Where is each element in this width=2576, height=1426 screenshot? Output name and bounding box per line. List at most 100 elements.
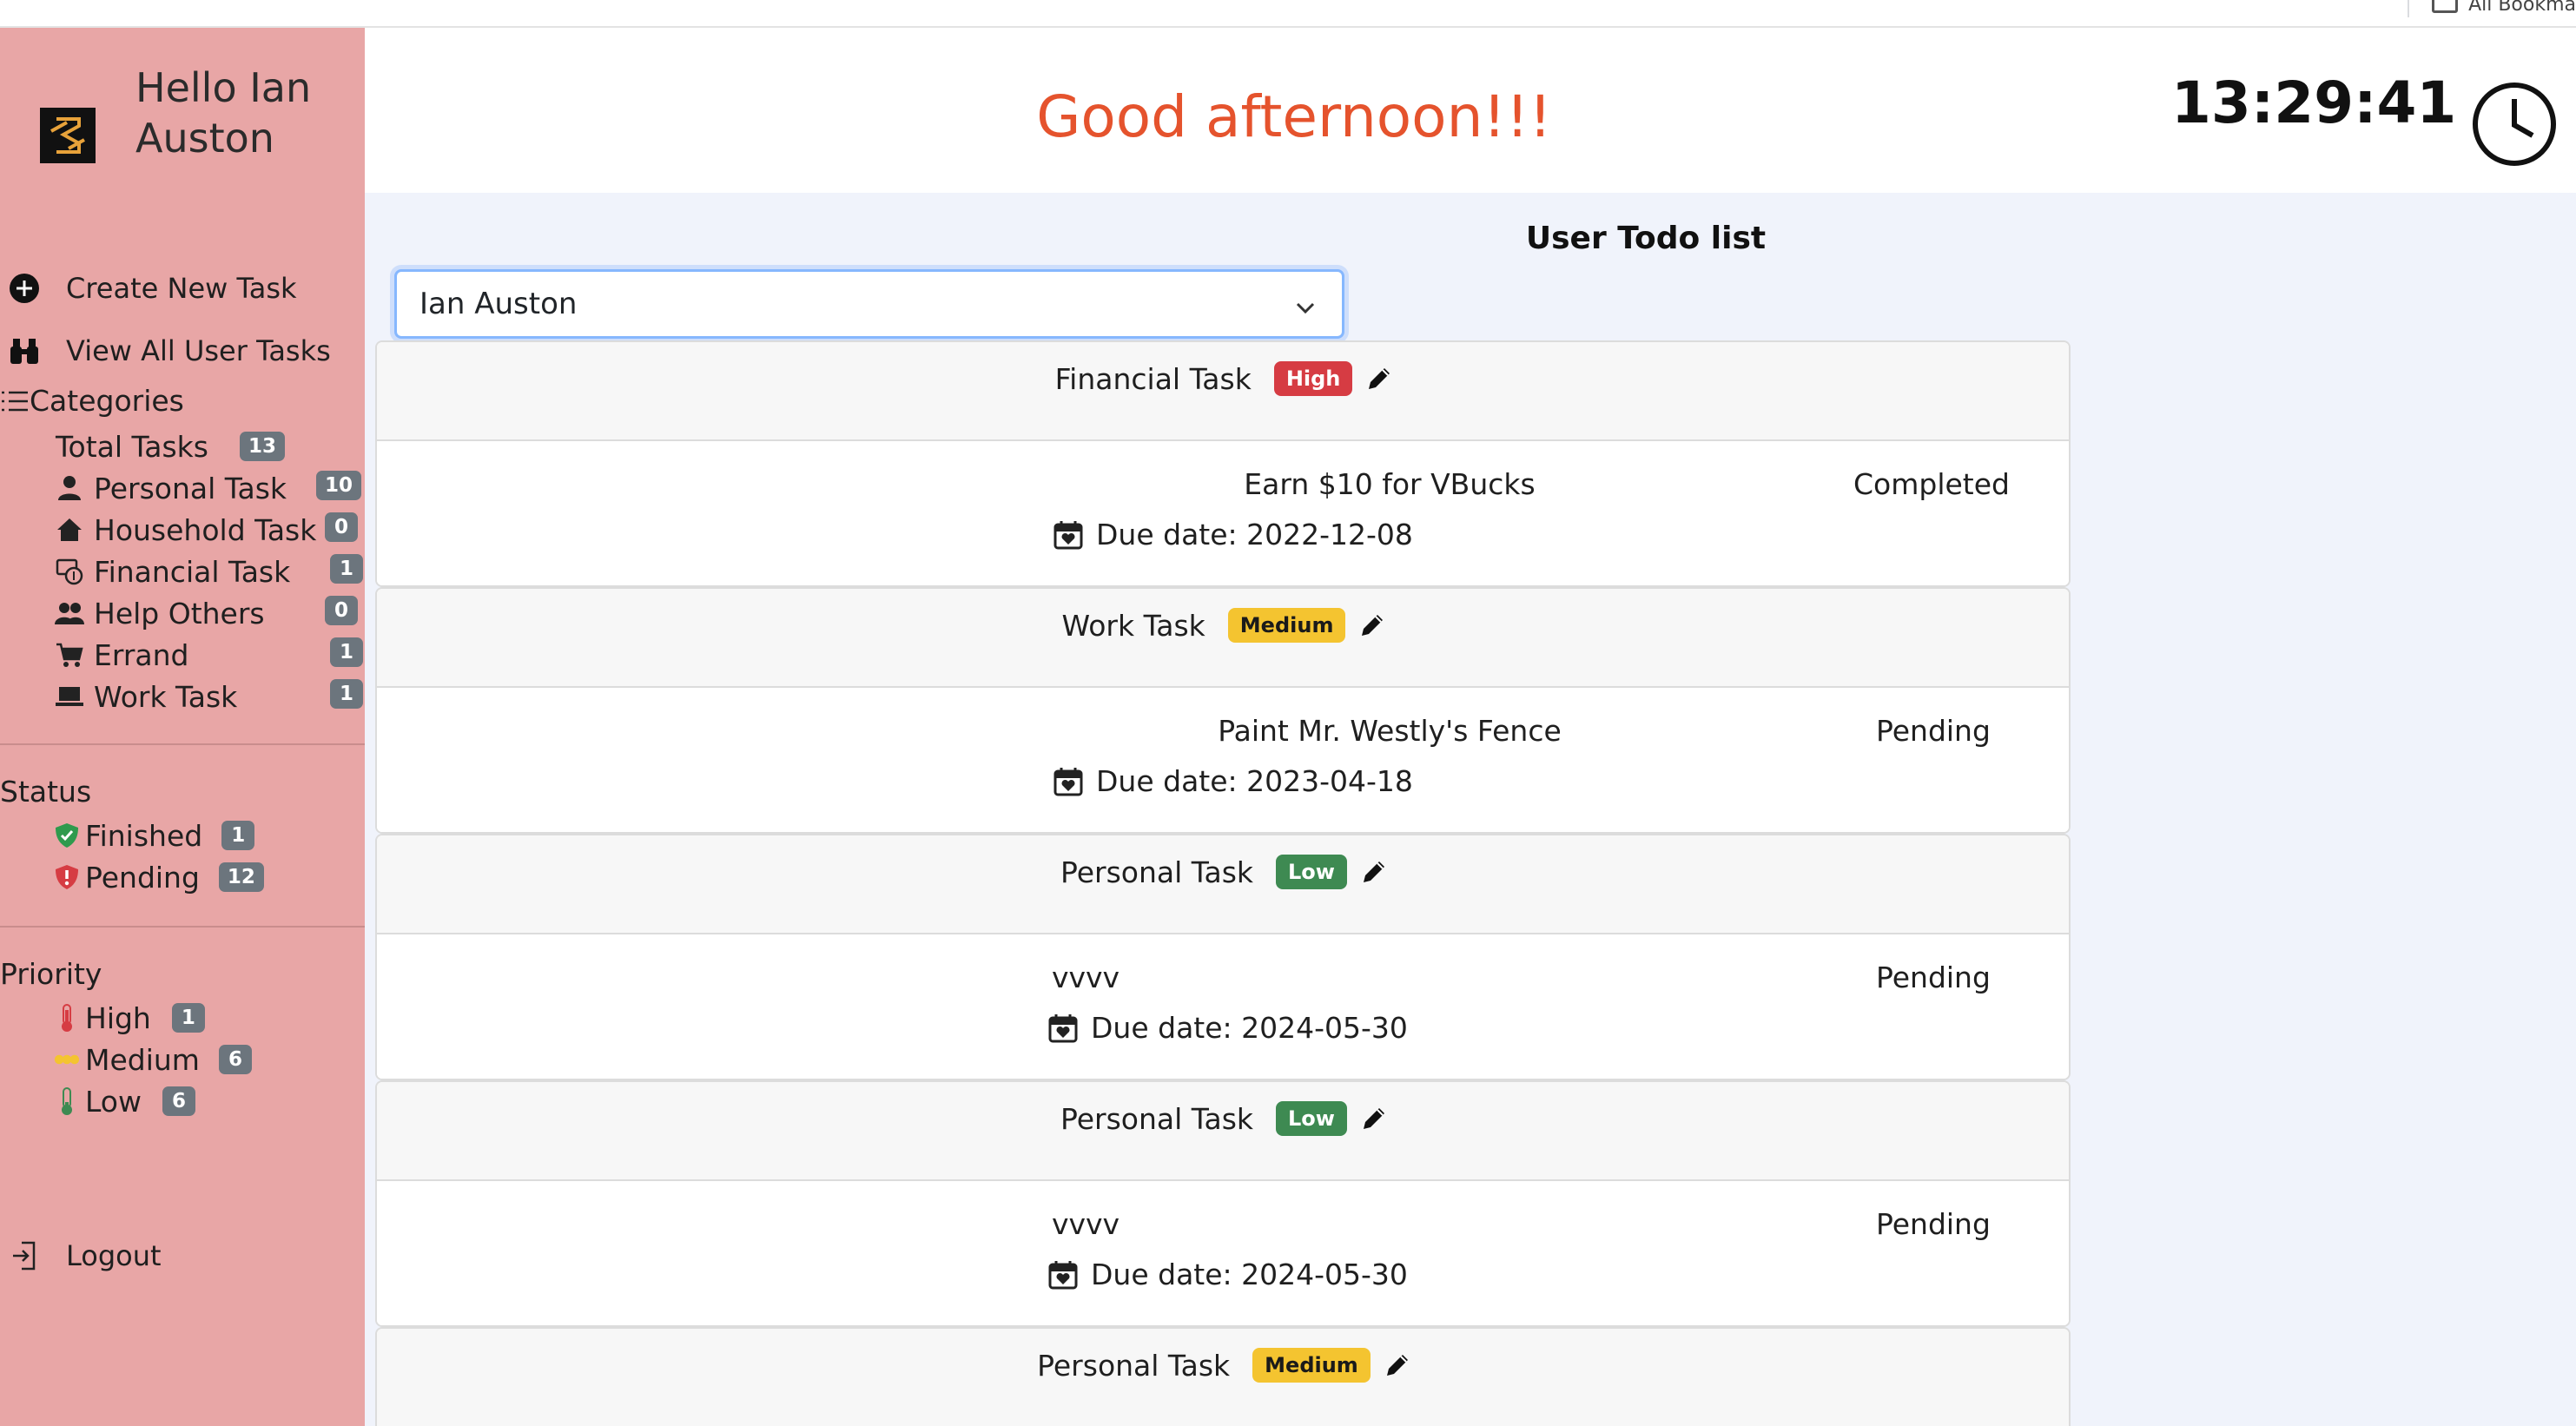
total-tasks-label: Total Tasks [56, 429, 208, 464]
due-date: Due date: 2023-04-18 [1053, 764, 1413, 798]
calendar-icon [1054, 520, 1083, 549]
medium-label: Medium [85, 1042, 200, 1077]
pencil-icon[interactable] [1383, 1350, 1412, 1380]
category-work-task[interactable]: Work Task [54, 677, 237, 716]
due-date-text: Due date: 2022-12-08 [1096, 518, 1413, 551]
status-finished[interactable]: Finished 1 [54, 816, 255, 855]
category-personal-task[interactable]: Personal Task [54, 469, 287, 507]
task-category: Personal Task [1060, 855, 1254, 889]
errand-label: Errand [94, 637, 189, 672]
time-greeting: Good afternoon!!! [1036, 83, 1552, 150]
high-label: High [85, 1000, 151, 1035]
task-category: Personal Task [1037, 1348, 1231, 1383]
high-count: 1 [171, 1003, 205, 1033]
due-date-text: Due date: 2024-05-30 [1091, 1258, 1408, 1291]
logout-label: Logout [66, 1239, 162, 1272]
view-all-user-tasks-label: View All User Tasks [66, 334, 331, 367]
work-task-label: Work Task [94, 679, 238, 714]
check-shield-icon [54, 820, 80, 851]
pencil-icon[interactable] [1359, 1104, 1389, 1133]
task-card-body: Paint Mr. Westly's Fence Pending Due dat… [377, 688, 2069, 832]
finished-count: 1 [221, 821, 255, 850]
app-logo[interactable] [40, 108, 96, 163]
total-tasks-count: 13 [239, 432, 285, 461]
folder-icon [2432, 0, 2459, 13]
task-status: Completed [1853, 467, 2010, 501]
due-date-text: Due date: 2024-05-30 [1091, 1011, 1408, 1045]
pencil-icon[interactable] [1364, 364, 1394, 393]
priority-heading: Priority [0, 957, 102, 991]
logo-icon [50, 117, 85, 154]
user-greeting-line2: Auston [135, 115, 274, 162]
pencil-icon[interactable] [1357, 611, 1387, 640]
calendar-icon [1048, 1260, 1078, 1289]
view-all-user-tasks-link[interactable]: View All User Tasks [7, 333, 331, 368]
category-errand[interactable]: Errand [54, 636, 189, 674]
all-bookmarks-button[interactable]: All Bookma [2408, 0, 2576, 17]
help-others-label: Help Others [94, 596, 265, 630]
due-date: Due date: 2024-05-30 [1047, 1011, 1408, 1045]
list-icon [2, 391, 28, 411]
bookmarks-label: All Bookma [2468, 0, 2576, 16]
plus-circle-icon [7, 271, 42, 306]
user-select-value: Ian Auston [419, 287, 578, 321]
task-status: Pending [1876, 1207, 1991, 1241]
chevron-down-icon [1293, 293, 1318, 327]
user-greeting: Hello Ian Auston [135, 63, 353, 163]
priority-label: Priority [0, 957, 102, 991]
pending-label: Pending [85, 860, 200, 895]
task-card: Work Task Medium Paint Mr. Westly's Fenc… [375, 587, 2071, 834]
financial-task-count: 1 [330, 554, 363, 584]
sidebar-divider [0, 926, 365, 928]
logout-icon [7, 1238, 42, 1273]
task-name: Earn $10 for VBucks [1244, 467, 1536, 501]
priority-low[interactable]: Low 6 [54, 1082, 195, 1120]
task-card: Financial Task High Earn $10 for VBucks … [375, 340, 2071, 587]
create-new-task-label: Create New Task [66, 272, 297, 305]
user-select-dropdown[interactable]: Ian Auston [394, 269, 1344, 339]
personal-task-label: Personal Task [94, 471, 287, 505]
status-pending[interactable]: Pending 12 [54, 858, 264, 896]
clock-time: 13:29:41 [2171, 69, 2457, 136]
work-task-count: 1 [330, 679, 363, 709]
help-others-count: 0 [325, 596, 358, 625]
financial-task-label: Financial Task [94, 554, 291, 589]
priority-badge: Medium [1227, 608, 1346, 643]
logout-link[interactable]: Logout [7, 1238, 162, 1273]
priority-high[interactable]: High 1 [54, 999, 205, 1037]
calendar-icon [1054, 767, 1083, 796]
task-card-header: Personal Task Medium [377, 1329, 2069, 1426]
person-icon [54, 472, 85, 504]
cash-icon [54, 556, 85, 587]
priority-badge: High [1273, 361, 1353, 396]
binoculars-icon [7, 333, 42, 368]
pencil-icon[interactable] [1359, 857, 1389, 887]
alert-shield-icon [54, 862, 80, 893]
task-name: vvvv [1051, 961, 1120, 994]
task-card-header: Work Task Medium [377, 589, 2069, 688]
categories-heading[interactable]: Categories [0, 384, 184, 418]
category-household-task[interactable]: Household Task [54, 511, 316, 549]
status-label: Status [0, 775, 92, 809]
thermometer-high-icon [54, 1002, 80, 1033]
calendar-icon [1048, 1013, 1078, 1042]
low-count: 6 [162, 1086, 195, 1116]
category-financial-task[interactable]: Financial Task [54, 552, 290, 591]
people-icon [54, 597, 85, 629]
create-new-task-link[interactable]: Create New Task [7, 271, 297, 306]
priority-medium[interactable]: Medium 6 [54, 1040, 252, 1079]
cart-icon [54, 639, 85, 670]
category-total-tasks[interactable]: Total Tasks 13 [56, 427, 285, 465]
category-help-others[interactable]: Help Others [54, 594, 265, 632]
task-card-body: Earn $10 for VBucks Completed Due date: … [377, 441, 2069, 585]
errand-count: 1 [330, 637, 363, 667]
medium-count: 6 [218, 1045, 252, 1074]
task-status: Pending [1876, 961, 1991, 994]
task-card-header: Personal Task Low [377, 835, 2069, 934]
due-date: Due date: 2024-05-30 [1047, 1258, 1408, 1291]
low-label: Low [85, 1084, 142, 1119]
task-name: Paint Mr. Westly's Fence [1218, 714, 1562, 748]
personal-task-count: 10 [316, 471, 362, 500]
task-name: vvvv [1051, 1207, 1120, 1241]
medium-dots-icon [54, 1044, 80, 1075]
